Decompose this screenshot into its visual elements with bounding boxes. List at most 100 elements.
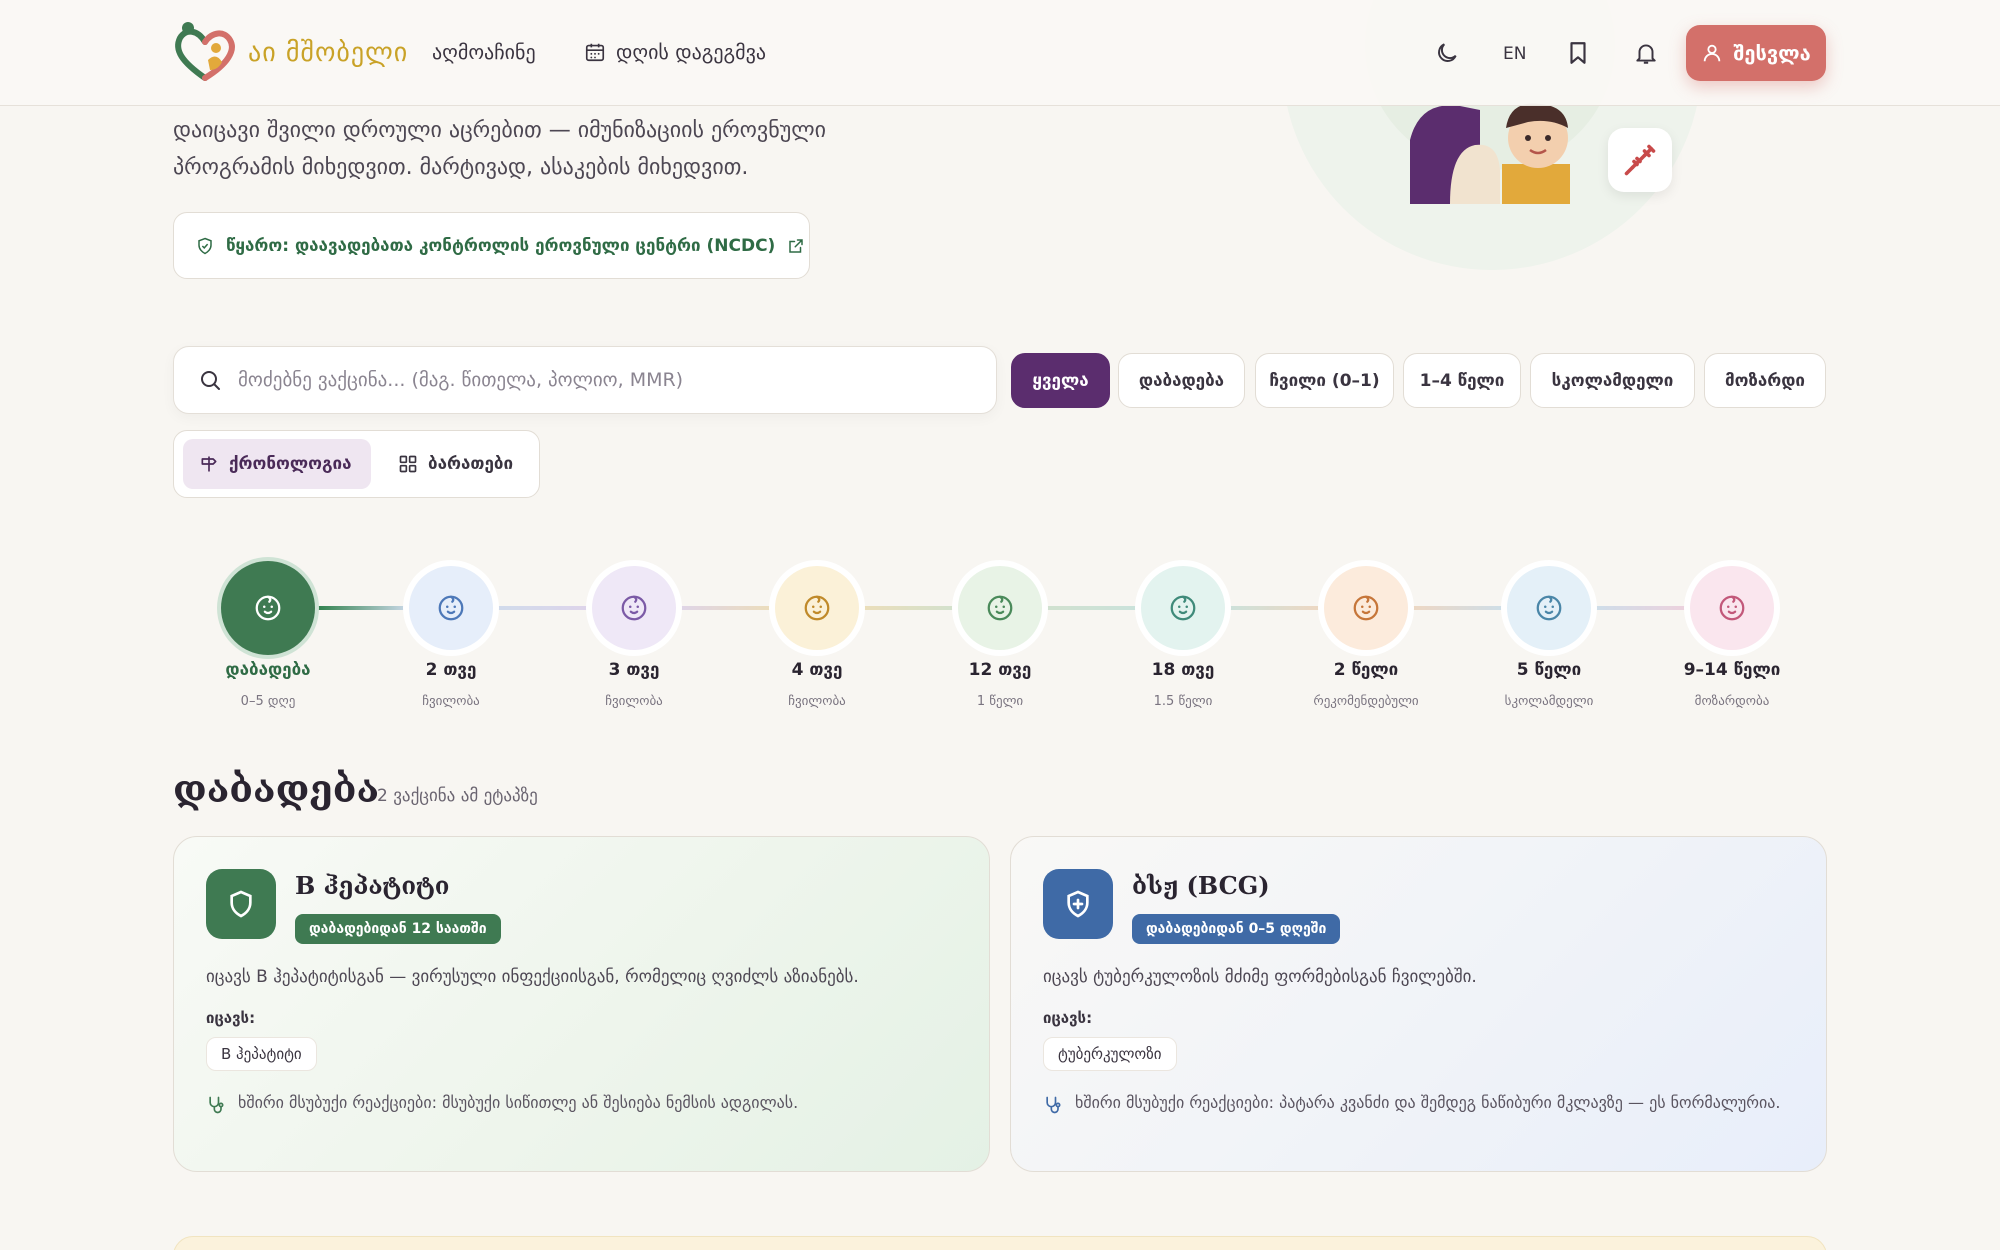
timeline-connector (1040, 606, 1143, 610)
vaccine-title: B ჰეპატიტი (295, 871, 450, 900)
source-label: წყარო: დაავადებათა კონტროლის ეროვნული ცე… (226, 235, 776, 256)
protects-tag: ტუბერკულოზი (1043, 1037, 1177, 1071)
view-timeline-label: ქრონოლოგია (229, 454, 352, 474)
filter-chip-1-4-years[interactable]: 1–4 წელი (1403, 353, 1521, 408)
timeline-connector (1589, 606, 1692, 610)
bookmarks-button[interactable] (1561, 36, 1595, 70)
stethoscope-icon (1046, 1096, 1061, 1114)
external-link-icon (789, 238, 804, 253)
search-icon (201, 371, 220, 390)
vaccine-description: იცავს B ჰეპატიტისგან — ვირუსული ინფექციი… (206, 967, 859, 987)
timeline-connector (491, 606, 594, 610)
timeline-stage-node[interactable] (592, 566, 676, 650)
timeline-stage-sublabel: 1 წელი (976, 694, 1024, 709)
vaccine-card[interactable]: B ჰეპატიტი დაბადებიდან 12 საათში იცავს B… (173, 836, 990, 1172)
timeline-connector (857, 606, 960, 610)
timeline-stage-node[interactable] (1507, 566, 1591, 650)
timeline-stage-label[interactable]: 2 წელი (1281, 660, 1451, 680)
common-reactions: ხშირი მსუბუქი რეაქციები: მსუბუქი სიწითლე… (206, 1089, 946, 1116)
baby-face-icon (1719, 595, 1745, 621)
timeline-stage-label[interactable]: 4 თვე (732, 660, 902, 680)
timeline-stage-label[interactable]: 12 თვე (915, 660, 1085, 680)
filter-chip-all[interactable]: ყველა (1011, 353, 1110, 408)
timeline-stage-label[interactable]: 18 თვე (1098, 660, 1268, 680)
common-reactions-text: ხშირი მსუბუქი რეაქციები: პატარა კვანძი დ… (1075, 1093, 1781, 1112)
search-input[interactable] (238, 369, 938, 391)
syringe-icon (1624, 144, 1656, 176)
timeline-stage-sublabel: ჩვილობა (422, 694, 480, 709)
timeline-stage-sublabel: სკოლამდელი (1504, 694, 1594, 709)
baby-face-icon (987, 595, 1013, 621)
next-section-card (173, 1236, 1827, 1250)
vaccine-icon-tile (206, 869, 276, 939)
dark-mode-toggle[interactable] (1430, 36, 1464, 70)
nav-day-planning-link[interactable]: დღის დაგეგმვა (584, 40, 766, 64)
parent-child-illustration (1410, 103, 1570, 204)
signpost-icon (201, 456, 217, 472)
baby-face-icon (621, 595, 647, 621)
syringe-icon-tile (1608, 128, 1672, 192)
top-navigation-bar: აი მშობელი აღმოაჩინე დღის დაგეგმვა EN შე… (0, 0, 2000, 106)
vaccine-timing-badge: დაბადებიდან 0–5 დღეში (1132, 914, 1341, 944)
timeline-stage-sublabel: 0–5 დღე (240, 694, 296, 709)
shield-plus-icon (1067, 890, 1089, 918)
timeline-stage-sublabel: ჩვილობა (605, 694, 663, 709)
vaccine-icon-tile (1043, 869, 1113, 939)
shield-check-icon (198, 237, 212, 254)
moon-icon (1438, 43, 1457, 62)
filter-chip-infant[interactable]: ჩვილი (0–1) (1255, 353, 1394, 408)
timeline-stage-node[interactable] (958, 566, 1042, 650)
stethoscope-icon (209, 1096, 224, 1114)
bell-icon (1636, 44, 1656, 64)
timeline-stage-sublabel: მოზარდობა (1694, 694, 1770, 709)
protects-tag: B ჰეპატიტი (206, 1037, 317, 1071)
timeline-stage-node[interactable] (409, 566, 493, 650)
login-label: შესვლა (1733, 41, 1811, 65)
user-icon (1704, 44, 1721, 62)
baby-face-icon (1170, 595, 1196, 621)
hero-description: დაიცავი შვილი დროული აცრებით — იმუნიზაცი… (173, 118, 827, 180)
common-reactions: ხშირი მსუბუქი რეაქციები: პატარა კვანძი დ… (1043, 1089, 1783, 1116)
timeline-stage-node[interactable] (1690, 566, 1774, 650)
filter-chip-birth[interactable]: დაბადება (1118, 353, 1245, 408)
calendar-icon (585, 43, 605, 62)
timeline-stage-label[interactable]: 2 თვე (366, 660, 536, 680)
timeline-stage-label[interactable]: დაბადება (183, 660, 353, 680)
vaccine-description: იცავს ტუბერკულოზის მძიმე ფორმებისგან ჩვი… (1043, 967, 1477, 987)
protects-label: იცავს: (206, 1009, 256, 1027)
nav-explore-link[interactable]: აღმოაჩინე (432, 40, 536, 64)
shield-icon (230, 890, 252, 918)
common-reactions-text: ხშირი მსუბუქი რეაქციები: მსუბუქი სიწითლე… (238, 1093, 799, 1112)
view-cards-button[interactable]: ბარათები (382, 439, 532, 489)
language-switch[interactable]: EN (1503, 44, 1526, 64)
baby-face-icon (1353, 595, 1379, 621)
nav-day-planning-label: დღის დაგეგმვა (616, 40, 767, 64)
view-toggle: ქრონოლოგია ბარათები (173, 430, 540, 498)
app-logo-text[interactable]: აი მშობელი (248, 38, 408, 68)
timeline-stage-label[interactable]: 3 თვე (549, 660, 719, 680)
vaccine-search-box (173, 346, 997, 414)
filter-chip-adolescent[interactable]: მოზარდი (1704, 353, 1826, 408)
view-timeline-button[interactable]: ქრონოლოგია (183, 439, 371, 489)
bookmark-icon (1570, 42, 1586, 64)
timeline-stage-label[interactable]: 5 წელი (1464, 660, 1634, 680)
timeline-stage-node[interactable] (221, 561, 315, 655)
timeline-stage-label[interactable]: 9–14 წელი (1647, 660, 1817, 680)
notifications-button[interactable] (1629, 36, 1663, 70)
timeline-stage-node[interactable] (1324, 566, 1408, 650)
app-logo-icon[interactable] (172, 20, 238, 86)
filter-chip-preschool[interactable]: სკოლამდელი (1530, 353, 1695, 408)
timeline-connector (308, 606, 411, 610)
baby-face-icon (1536, 595, 1562, 621)
source-link[interactable]: წყარო: დაავადებათა კონტროლის ეროვნული ცე… (173, 212, 810, 279)
timeline-stage-node[interactable] (1141, 566, 1225, 650)
timeline-stage-sublabel: 1.5 წელი (1153, 694, 1213, 709)
stage-vaccine-count: 2 ვაქცინა ამ ეტაპზე (377, 786, 538, 806)
vaccine-card[interactable]: ბსჟ (BCG) დაბადებიდან 0–5 დღეში იცავს ტუ… (1010, 836, 1827, 1172)
timeline-connector (1223, 606, 1326, 610)
login-button[interactable]: შესვლა (1686, 25, 1826, 81)
stage-title: დაბადება (173, 766, 380, 811)
timeline-stage-node[interactable] (775, 566, 859, 650)
timeline-connector (1406, 606, 1509, 610)
view-cards-label: ბარათები (428, 454, 514, 474)
